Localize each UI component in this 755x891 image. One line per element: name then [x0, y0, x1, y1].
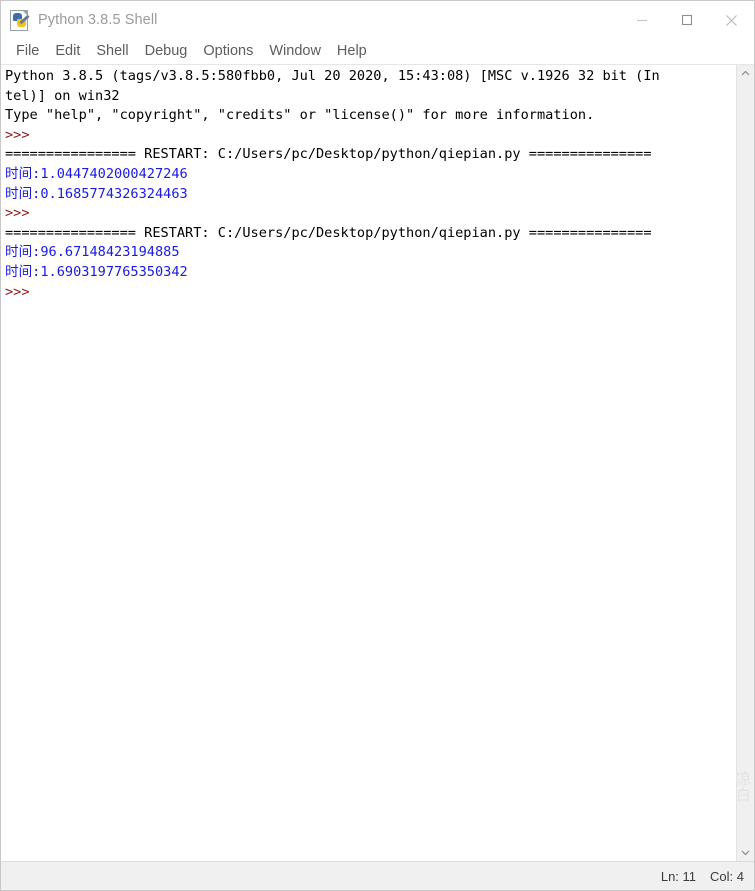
window-controls: [619, 1, 754, 39]
console-line: ================ RESTART: C:/Users/pc/De…: [5, 224, 652, 241]
status-column-number: Col: 4: [710, 868, 744, 884]
idle-shell-window: Python 3.8.5 Shell File Edit Shell Debug…: [0, 0, 755, 891]
menu-item-file[interactable]: File: [9, 42, 46, 61]
minimize-icon: [636, 19, 647, 22]
maximize-button[interactable]: [664, 1, 709, 39]
scroll-down-button[interactable]: [737, 844, 754, 861]
console-line: Type "help", "copyright", "credits" or "…: [5, 107, 595, 124]
console-line: Python 3.8.5 (tags/v3.8.5:580fbb0, Jul 2…: [5, 68, 660, 84]
chevron-down-icon: [741, 850, 750, 856]
menu-item-edit[interactable]: Edit: [48, 42, 87, 61]
close-button[interactable]: [709, 1, 754, 39]
console-line: 时间:1.0447402000427246: [5, 165, 188, 182]
status-line-number: Ln: 11: [660, 868, 697, 884]
chevron-up-icon: [741, 70, 750, 76]
scrollbar-track[interactable]: [737, 82, 754, 844]
minimize-button[interactable]: [619, 1, 664, 39]
scroll-up-button[interactable]: [737, 65, 754, 82]
menu-item-window[interactable]: Window: [262, 42, 328, 61]
title-bar[interactable]: Python 3.8.5 Shell: [1, 1, 754, 39]
menu-item-debug[interactable]: Debug: [138, 42, 195, 61]
console-output[interactable]: Python 3.8.5 (tags/v3.8.5:580fbb0, Jul 2…: [1, 65, 736, 861]
maximize-icon: [681, 14, 692, 26]
status-bar: Ln: 11 Col: 4: [1, 861, 754, 890]
menu-item-options[interactable]: Options: [196, 42, 260, 61]
console-line: 时间:1.6903197765350342: [5, 263, 188, 280]
console-line: 时间:0.1685774326324463: [5, 185, 188, 202]
vertical-scrollbar[interactable]: [736, 65, 754, 861]
shell-body: Python 3.8.5 (tags/v3.8.5:580fbb0, Jul 2…: [1, 65, 754, 861]
console-line: >>>: [5, 283, 38, 300]
console-line: tel)] on win32: [5, 87, 120, 104]
menu-bar: File Edit Shell Debug Options Window Hel…: [1, 39, 754, 65]
window-title: Python 3.8.5 Shell: [38, 12, 158, 28]
menu-item-shell[interactable]: Shell: [89, 42, 135, 61]
console-line: >>>: [5, 205, 38, 222]
console-line: ================ RESTART: C:/Users/pc/De…: [5, 146, 652, 163]
scrollbar-thumb[interactable]: [737, 82, 754, 844]
menu-item-help[interactable]: Help: [330, 42, 374, 61]
close-icon: [726, 14, 737, 26]
python-idle-icon: [9, 9, 31, 31]
console-line: >>>: [5, 126, 38, 143]
console-line: 时间:96.67148423194885: [5, 244, 180, 261]
